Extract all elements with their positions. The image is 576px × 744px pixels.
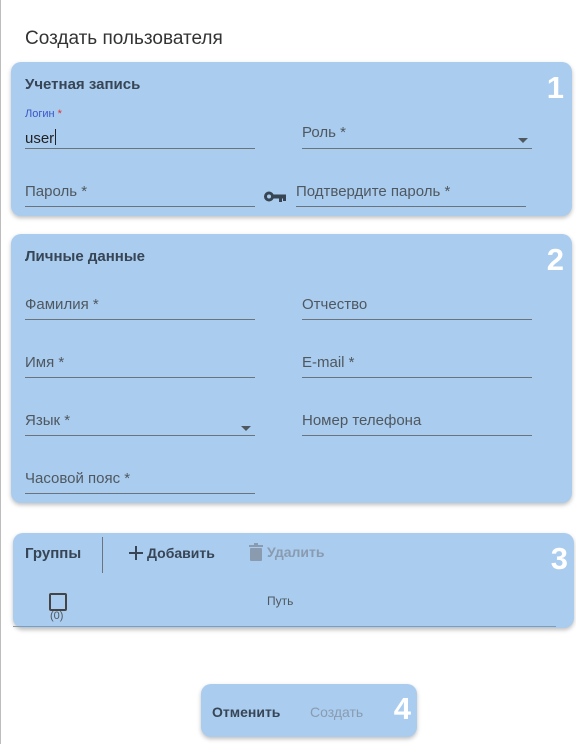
trash-icon	[249, 543, 263, 561]
section-number-4: 4	[393, 691, 411, 726]
create-button[interactable]: Создать	[310, 704, 363, 720]
phone-field[interactable]: Номер телефона	[302, 396, 532, 436]
chevron-down-icon	[241, 426, 251, 431]
timezone-field[interactable]: Часовой пояс *	[25, 454, 255, 494]
last-name-field[interactable]: Фамилия *	[25, 280, 255, 320]
selected-count: (0)	[50, 610, 64, 622]
dialog-title: Создать пользователя	[25, 28, 223, 49]
account-section: Учетная запись 1 Логин * user Роль * Пар…	[11, 62, 572, 216]
select-all-checkbox[interactable]	[49, 593, 67, 611]
section-number-1: 1	[546, 70, 564, 105]
groups-title: Группы	[25, 545, 82, 562]
login-input[interactable]: user	[25, 129, 57, 147]
language-select[interactable]: Язык *	[25, 396, 255, 436]
section-number-3: 3	[550, 541, 568, 576]
timezone-label: Часовой пояс *	[25, 470, 131, 487]
window-edge	[0, 0, 1, 744]
login-label: Логин *	[25, 108, 62, 120]
middle-name-label: Отчество	[302, 296, 368, 313]
role-select[interactable]: Роль *	[302, 108, 532, 149]
add-group-button[interactable]: Добавить	[129, 545, 215, 561]
email-label: E-mail *	[302, 354, 355, 371]
password-field[interactable]: Пароль *	[25, 166, 255, 207]
path-column-header[interactable]: Путь	[267, 594, 293, 608]
toolbar-divider	[102, 537, 103, 573]
delete-group-label: Удалить	[267, 544, 325, 560]
middle-name-field[interactable]: Отчество	[302, 280, 532, 320]
add-group-label: Добавить	[147, 545, 215, 561]
phone-label: Номер телефона	[302, 412, 422, 429]
confirm-password-label: Подтвердите пароль *	[296, 183, 451, 200]
confirm-password-field[interactable]: Подтвердите пароль *	[296, 166, 526, 207]
chevron-down-icon	[518, 138, 528, 143]
personal-section-title: Личные данные	[25, 248, 145, 265]
groups-section: Группы Добавить Удалить (0) Путь 3	[13, 533, 574, 628]
personal-section: Личные данные 2 Фамилия * Отчество Имя *…	[11, 234, 572, 503]
first-name-label: Имя *	[25, 354, 65, 371]
actions-section: Отменить Создать 4	[201, 684, 417, 737]
account-section-title: Учетная запись	[25, 76, 141, 93]
key-icon[interactable]	[263, 190, 287, 203]
delete-group-button[interactable]: Удалить	[249, 543, 324, 561]
section-number-2: 2	[546, 242, 564, 277]
language-label: Язык *	[25, 412, 71, 429]
last-name-label: Фамилия *	[25, 296, 99, 313]
email-field[interactable]: E-mail *	[302, 338, 532, 378]
login-field[interactable]: Логин * user	[25, 108, 255, 149]
password-label: Пароль *	[25, 183, 88, 200]
plus-icon	[129, 546, 143, 560]
cancel-button[interactable]: Отменить	[212, 704, 280, 720]
role-label: Роль *	[302, 124, 346, 141]
table-divider	[13, 626, 556, 627]
first-name-field[interactable]: Имя *	[25, 338, 255, 378]
